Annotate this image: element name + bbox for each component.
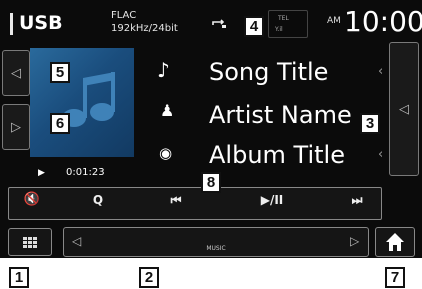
callout-3: 3 xyxy=(360,113,380,134)
source-list-label: MUSIC xyxy=(206,245,226,252)
search-button[interactable]: Q xyxy=(78,193,118,207)
mute-button[interactable]: 🔇 xyxy=(12,192,52,207)
callout-7: 7 xyxy=(385,267,405,288)
home-icon xyxy=(386,233,404,251)
tel-label: TEL xyxy=(278,15,289,22)
codec-format: FLAC xyxy=(111,10,137,21)
speaker-mute-icon: 🔇 xyxy=(23,192,41,207)
callout-2: 2 xyxy=(139,267,159,288)
scroll-arrow-icon: ‹ xyxy=(378,147,384,162)
chevron-right-icon[interactable]: ▷ xyxy=(350,234,359,248)
album-disc-icon: ◉ xyxy=(159,144,173,162)
signal-battery-label: Y.il xyxy=(275,26,283,33)
scroll-arrow-icon: ‹ xyxy=(378,64,384,79)
artwork-toggle-tab-button[interactable]: ▷ xyxy=(2,104,30,150)
album-artwork xyxy=(30,48,134,157)
artist-name[interactable]: Artist Name xyxy=(209,101,352,129)
repeat-icon xyxy=(212,19,226,28)
menu-button[interactable] xyxy=(8,228,52,256)
grid-menu-icon xyxy=(23,237,37,249)
callout-6: 6 xyxy=(50,113,70,134)
skip-forward-icon: ⏭ xyxy=(351,193,363,207)
artist-person-icon: ♟ xyxy=(160,101,175,120)
play-state-icon: ▶ xyxy=(38,168,45,178)
play-pause-icon: ▶/II xyxy=(260,193,284,207)
album-title[interactable]: Album Title xyxy=(209,141,345,169)
play-pause-button[interactable]: ▶/II xyxy=(252,193,292,207)
song-note-icon: ♪ xyxy=(157,58,170,82)
codec-info: FLAC 192kHz/24bit xyxy=(111,9,178,35)
music-note-icon xyxy=(62,72,115,127)
codec-rate: 192kHz/24bit xyxy=(111,23,178,34)
previous-track-button[interactable]: ⏮ xyxy=(156,193,196,208)
chevron-right-icon: ▷ xyxy=(11,119,21,135)
next-track-button[interactable]: ⏭ xyxy=(337,193,377,208)
source-indicator-bar xyxy=(10,13,13,35)
search-icon: Q xyxy=(92,193,104,207)
function-panel-tab-button[interactable]: ◁ xyxy=(389,42,419,176)
callout-1: 1 xyxy=(9,267,29,288)
callout-4: 4 xyxy=(244,16,264,37)
chevron-left-icon: ◁ xyxy=(399,101,409,117)
media-list-tab-button[interactable]: ◁ xyxy=(2,50,30,96)
clock: 10:00 xyxy=(344,5,422,38)
phone-status-indicator: TEL Y.il xyxy=(268,10,308,38)
skip-back-icon: ⏮ xyxy=(170,193,182,207)
elapsed-time: 0:01:23 xyxy=(66,167,105,178)
am-pm-indicator: AM xyxy=(327,16,341,26)
callout-5: 5 xyxy=(50,62,70,83)
callout-8: 8 xyxy=(201,172,221,193)
chevron-left-icon: ◁ xyxy=(11,65,21,81)
source-label[interactable]: USB xyxy=(19,12,63,34)
home-button[interactable] xyxy=(375,227,415,257)
song-title[interactable]: Song Title xyxy=(209,58,328,86)
source-list-panel[interactable]: ◁ MUSIC ▷ xyxy=(63,227,369,257)
